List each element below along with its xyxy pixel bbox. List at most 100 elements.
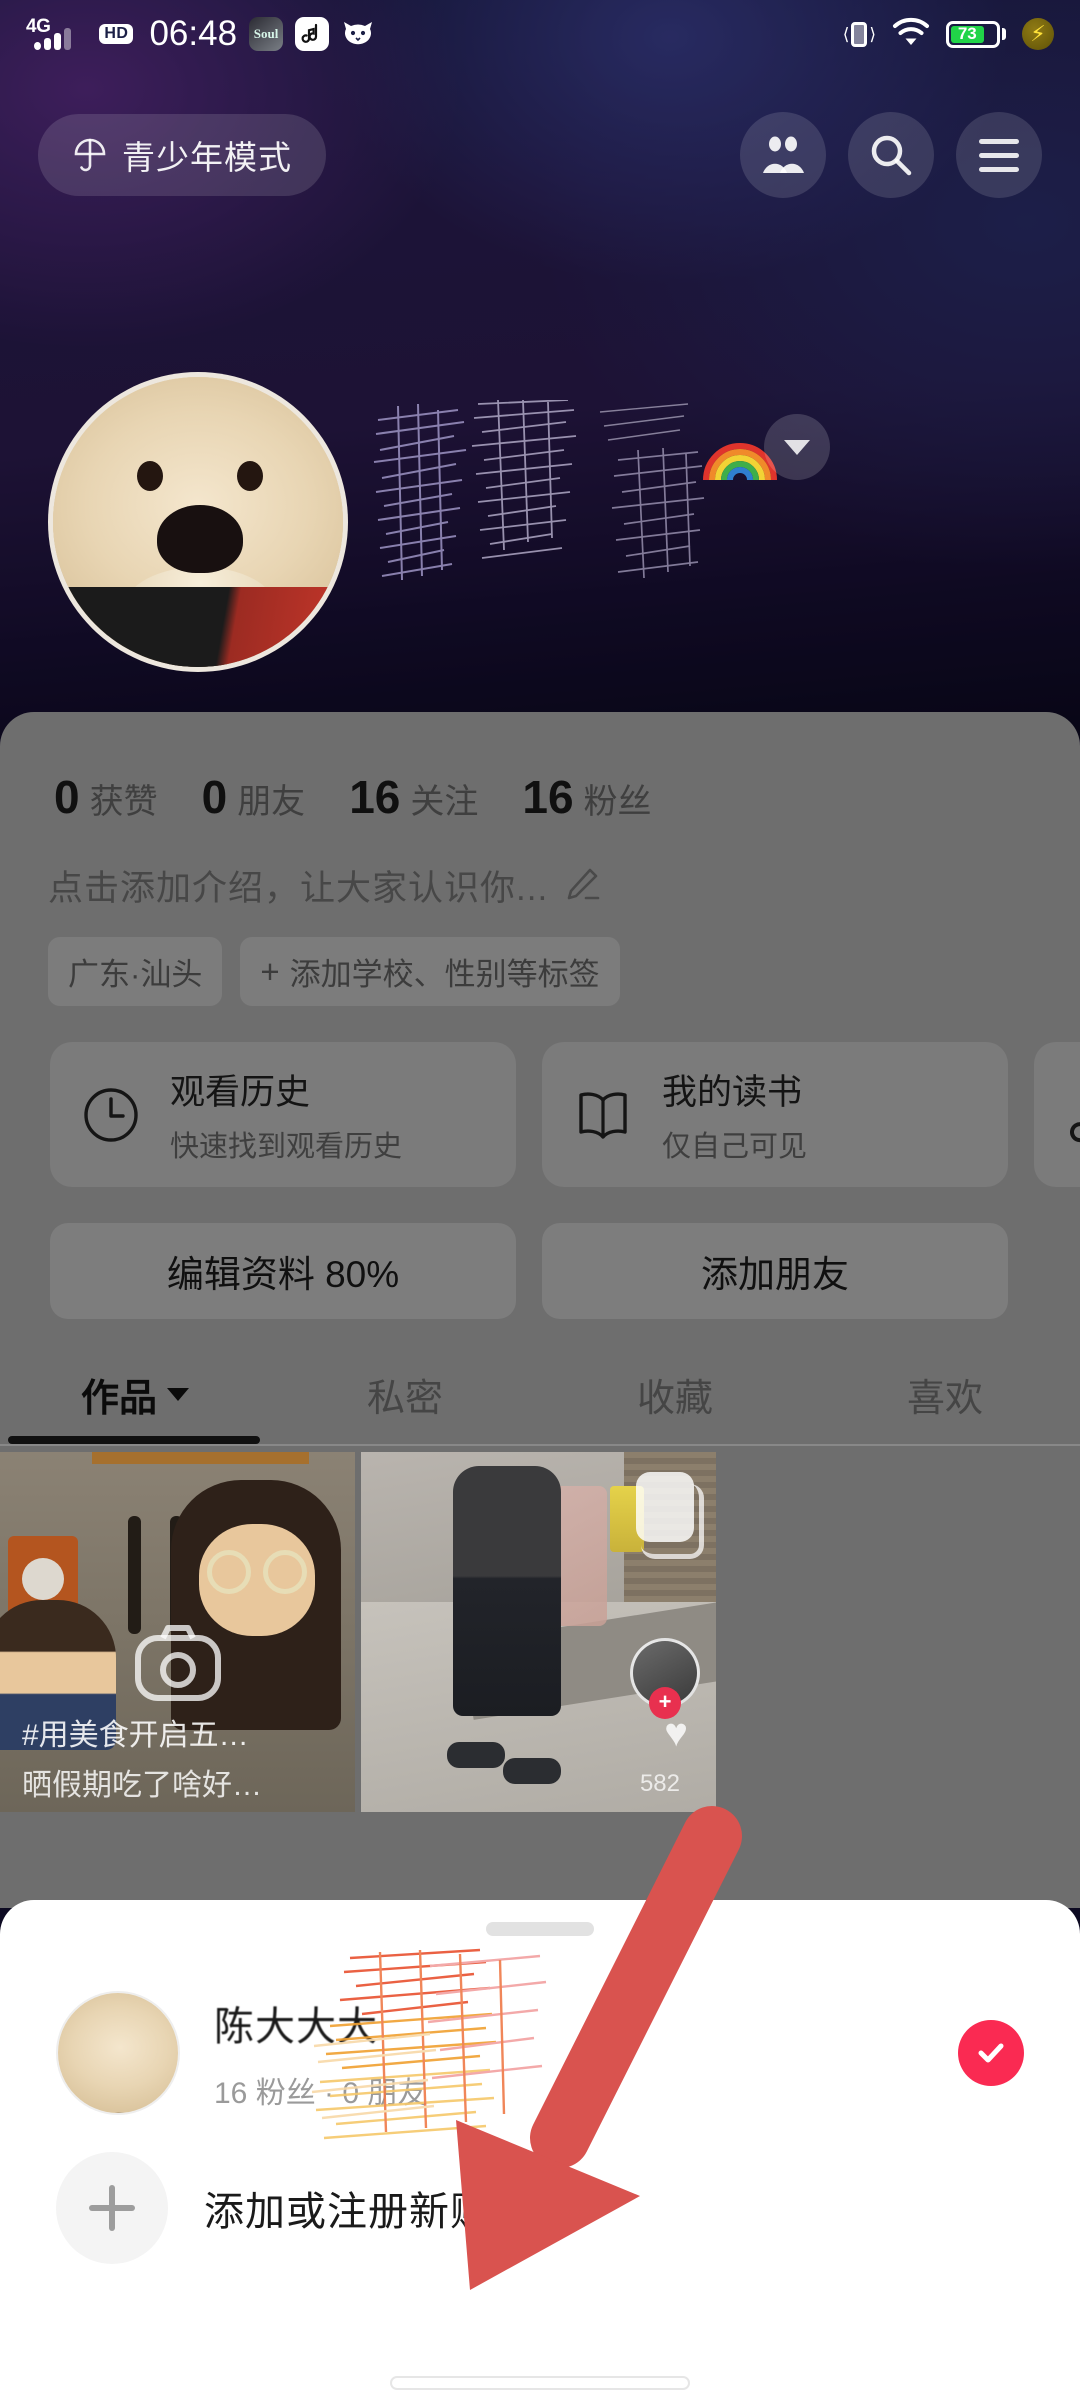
card-title: 我的读书 [662, 1073, 803, 1112]
tab-label: 收藏 [636, 1378, 713, 1420]
stat-value: 0 [54, 771, 80, 823]
stat-label: 关注 [410, 783, 479, 821]
heart-icon[interactable]: ♥ [664, 1711, 688, 1756]
battery-percent-label: 73 [957, 24, 977, 43]
camera-icon [130, 1620, 226, 1711]
plus-icon: + [260, 953, 280, 990]
like-count-label: 582 [639, 1770, 680, 1797]
signal-strength-icon [34, 28, 72, 50]
bio-placeholder-text: 点击添加介绍，让大家认识你... [48, 869, 549, 908]
profile-entry-cards: 观看历史 快速找到观看历史 我的读书 仅自己可见 [0, 1006, 1080, 1187]
drag-handle[interactable] [486, 1922, 594, 1936]
cat-app-icon [341, 17, 375, 51]
hamburger-menu-icon [979, 138, 1019, 172]
account-name: 陈大大大 [214, 2005, 378, 2049]
card-title: 观看历史 [170, 1073, 311, 1112]
phone-screen: 4G HD 06:48 Soul ⟨ ⟩ 73 ⚡ 青少年模式 0 获赞 0 朋… [0, 0, 1080, 2408]
profile-tags-row: 广东·汕头 + 添加学校、性别等标签 [0, 911, 1080, 1006]
card-watch-history[interactable]: 观看历史 快速找到观看历史 [50, 1042, 516, 1187]
video-tile-partial[interactable] [722, 1452, 962, 1812]
tab-active-underline [8, 1436, 260, 1444]
stat-label: 朋友 [237, 783, 306, 821]
stat-followers[interactable]: 16 粉丝 [522, 770, 651, 824]
hd-badge-icon: HD [99, 23, 134, 45]
search-button[interactable] [848, 112, 934, 198]
tag-label: 添加学校、性别等标签 [289, 957, 600, 992]
tab-works[interactable]: 作品 [0, 1367, 270, 1444]
card-my-reading[interactable]: 我的读书 仅自己可见 [542, 1042, 1008, 1187]
card-subtitle: 仅自己可见 [662, 1131, 808, 1163]
video-grid: #用美食开启五… 晒假期吃了啥好… + ♥ 582 [0, 1446, 1080, 1812]
home-indicator [390, 2376, 690, 2390]
power-saving-icon: ⚡ [1022, 18, 1054, 50]
teen-mode-button[interactable]: 青少年模式 [38, 114, 326, 196]
profile-stats-row: 0 获赞 0 朋友 16 关注 16 粉丝 [0, 712, 1080, 824]
pencil-icon [562, 866, 602, 906]
clock-icon [74, 1078, 148, 1152]
tab-likes[interactable]: 喜欢 [810, 1367, 1080, 1444]
stat-value: 0 [201, 771, 228, 823]
top-nav-actions [740, 112, 1042, 198]
music-app-icon [295, 17, 330, 51]
profile-action-buttons: 编辑资料 80% 添加朋友 [0, 1187, 1080, 1319]
tab-label: 私密 [366, 1378, 443, 1420]
video-tile[interactable]: + ♥ 582 [361, 1452, 716, 1812]
wifi-icon [892, 17, 930, 52]
plus-icon [56, 2152, 168, 2264]
battery-icon: 73 [946, 20, 1006, 48]
profile-tabs: 作品 私密 收藏 喜欢 [0, 1319, 1080, 1444]
top-nav-bar: 青少年模式 [0, 100, 1080, 210]
stat-label: 粉丝 [583, 783, 652, 821]
menu-button[interactable] [956, 112, 1042, 198]
chevron-down-icon [167, 1388, 189, 1401]
vibrate-icon: ⟨ ⟩ [843, 21, 876, 47]
video-caption: #用美食开启五… [22, 1719, 249, 1752]
profile-avatar-button[interactable] [48, 372, 348, 672]
edit-profile-button[interactable]: 编辑资料 80% [50, 1223, 516, 1319]
tab-label: 作品 [80, 1378, 157, 1420]
search-icon [868, 132, 914, 178]
friends-button[interactable] [740, 112, 826, 198]
video-caption-secondary: 晒假期吃了啥好… [22, 1769, 262, 1802]
account-meta: 16 粉丝 · 0 朋友 [214, 2077, 428, 2110]
book-icon [566, 1078, 640, 1152]
card-subtitle: 快速找到观看历史 [170, 1131, 403, 1163]
tag-add-labels[interactable]: + 添加学校、性别等标签 [240, 937, 620, 1006]
tag-label: 广东·汕头 [68, 957, 203, 992]
account-info: 陈大大大 16 粉丝 · 0 朋友 [214, 1948, 547, 2140]
add-account-label: 添加或注册新账号 [204, 2190, 532, 2234]
add-friend-button[interactable]: 添加朋友 [542, 1223, 1008, 1319]
status-bar-left: 4G HD 06:48 Soul [26, 14, 375, 54]
card-music[interactable] [1034, 1042, 1080, 1187]
dog-avatar [48, 372, 348, 672]
add-account-row[interactable]: 添加或注册新账号 [0, 2126, 1080, 2264]
tag-location[interactable]: 广东·汕头 [48, 937, 223, 1006]
status-bar-right: ⟨ ⟩ 73 ⚡ [843, 17, 1054, 52]
video-tile[interactable]: #用美食开启五… 晒假期吃了啥好… [0, 1452, 355, 1812]
author-avatar[interactable]: + [630, 1638, 700, 1719]
bio-row[interactable]: 点击添加介绍，让大家认识你... [0, 824, 1080, 911]
account-switch-sheet: 陈大大大 16 粉丝 · 0 朋友 添加或注册新账号 [0, 1900, 1080, 2408]
stat-label: 获赞 [89, 783, 158, 821]
account-row[interactable]: 陈大大大 16 粉丝 · 0 朋友 [0, 1936, 1080, 2140]
status-bar-clock: 06:48 [149, 14, 238, 53]
friends-icon [760, 133, 806, 177]
account-selected-check[interactable] [958, 2020, 1024, 2086]
soul-app-icon: Soul [249, 17, 284, 51]
expand-profile-button[interactable] [764, 414, 830, 480]
stat-following[interactable]: 16 关注 [349, 770, 478, 824]
stat-value: 16 [522, 771, 574, 823]
chevron-down-icon [784, 439, 810, 455]
status-bar: 4G HD 06:48 Soul ⟨ ⟩ 73 ⚡ [0, 0, 1080, 68]
dog-avatar [56, 1991, 180, 2115]
profile-content-sheet: 0 获赞 0 朋友 16 关注 16 粉丝 点击添加介绍，让大家认识你... 广… [0, 712, 1080, 1908]
tab-favorites[interactable]: 收藏 [540, 1367, 810, 1444]
stat-likes[interactable]: 0 获赞 [54, 770, 158, 824]
multi-frame-icon [636, 1472, 704, 1559]
umbrella-icon [72, 137, 108, 173]
teen-mode-label: 青少年模式 [122, 139, 292, 176]
check-circle-icon [978, 2043, 1004, 2063]
tab-label: 喜欢 [906, 1378, 983, 1420]
stat-friends[interactable]: 0 朋友 [202, 770, 306, 824]
tab-private[interactable]: 私密 [270, 1367, 540, 1444]
